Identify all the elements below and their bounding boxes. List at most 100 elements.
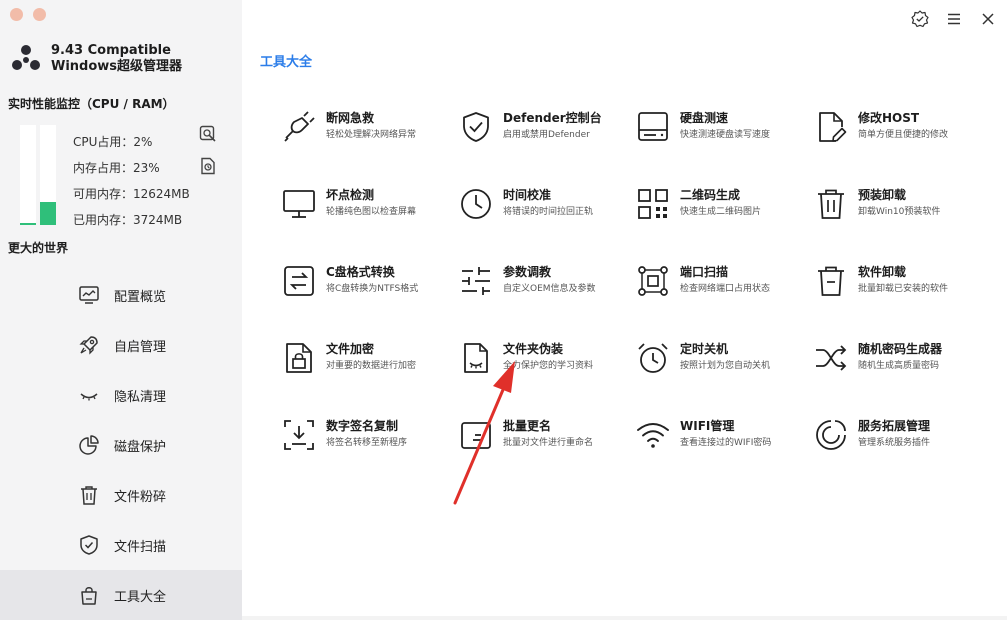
tool-batch-rename[interactable]: 批量更名 批量对文件进行重命名 <box>459 416 629 460</box>
sidebar-item-file-shred[interactable]: 文件粉碎 <box>0 470 242 520</box>
tool-name: Defender控制台 <box>503 111 602 125</box>
main-panel: 工具大全 断网急救 轻松处理解决网络异常 Defender控制台 启用或禁用De… <box>242 0 1007 616</box>
minimize-window-button[interactable] <box>33 8 46 21</box>
mem-usage-fill <box>40 202 56 225</box>
app-title-line1: 9.43 Compatible <box>51 43 171 58</box>
tool-time-sync[interactable]: 时间校准 将错误的时间拉回正轨 <box>459 185 629 229</box>
app-title: 9.43 Compatible Windows超级管理器 <box>51 43 182 75</box>
eye-closed-icon <box>80 393 98 401</box>
tool-desc: 自定义OEM信息及参数 <box>503 284 596 294</box>
tool-port-scan[interactable]: 端口扫描 检查网络端口占用状态 <box>636 262 806 306</box>
tool-name: 参数调教 <box>503 265 552 279</box>
tool-name: 二维码生成 <box>680 188 741 202</box>
port-scan-icon <box>638 266 668 296</box>
sidebar-item-label: 文件粉碎 <box>114 490 167 505</box>
top-toolbar <box>911 10 997 28</box>
sidebar-item-startup[interactable]: 自启管理 <box>0 320 242 370</box>
tool-param-tuning[interactable]: 参数调教 自定义OEM信息及参数 <box>459 262 629 306</box>
tool-desc: 查看连接过的WIFI密码 <box>680 438 772 448</box>
tool-name: 服务拓展管理 <box>858 419 931 433</box>
tool-name: 批量更名 <box>503 419 552 433</box>
cpu-usage-bar <box>20 125 36 225</box>
tool-preinstall-uninstall[interactable]: 预装卸载 卸载Win10预装软件 <box>814 185 984 229</box>
clock-icon <box>461 189 491 219</box>
tool-software-uninstall[interactable]: 软件卸载 批量卸载已安装的软件 <box>814 262 984 306</box>
tool-name: C盘格式转换 <box>326 265 395 279</box>
bag-icon <box>81 587 97 605</box>
menu-icon[interactable] <box>945 10 963 28</box>
wifi-icon <box>637 423 669 448</box>
tool-disk-speed[interactable]: 硬盘测速 快速测速硬盘读写速度 <box>636 108 806 152</box>
usage-bars <box>20 125 56 225</box>
sidebar-item-label: 隐私清理 <box>114 390 167 405</box>
tool-wifi-manage[interactable]: WIFI管理 查看连接过的WIFI密码 <box>636 416 806 460</box>
cpu-usage-fill <box>20 223 36 225</box>
tool-name: 预装卸载 <box>858 188 907 202</box>
sidebar-item-label: 自启管理 <box>114 340 167 355</box>
available-memory-text: 可用内存：12624MB <box>73 187 190 201</box>
tool-service-extension[interactable]: 服务拓展管理 管理系统服务插件 <box>814 416 984 460</box>
tool-defender-console[interactable]: Defender控制台 启用或禁用Defender <box>459 108 629 152</box>
monitor-title: 实时性能监控（CPU / RAM） <box>8 97 175 111</box>
rocket-icon <box>79 336 98 355</box>
plug-icon <box>284 111 315 142</box>
page-title: 工具大全 <box>260 55 313 70</box>
tool-desc: 快速生成二维码图片 <box>680 207 762 217</box>
tool-name: 定时关机 <box>680 342 729 356</box>
mem-usage-text: 内存占用：23% <box>73 161 160 175</box>
monitor-icon <box>283 190 315 218</box>
tool-file-encrypt[interactable]: 文件加密 对重要的数据进行加密 <box>282 339 452 383</box>
memory-detail-icon[interactable] <box>199 157 217 175</box>
tool-desc: 简单方便且便捷的修改 <box>858 130 949 140</box>
alarm-clock-icon <box>638 343 668 373</box>
tool-name: 文件加密 <box>326 342 375 356</box>
tool-desc: 轻松处理解决网络异常 <box>326 130 417 140</box>
sidebar-item-privacy[interactable]: 隐私清理 <box>0 370 242 420</box>
tool-desc: 卸载Win10预装软件 <box>858 207 941 217</box>
tool-name: 软件卸载 <box>858 265 907 279</box>
tool-desc: 全力保护您的学习资料 <box>503 361 594 371</box>
sidebar-item-tools[interactable]: 工具大全 <box>0 570 242 620</box>
tool-desc: 批量对文件进行重命名 <box>503 438 594 448</box>
tool-dead-pixel[interactable]: 坏点检测 轮播纯色图以检查屏幕 <box>282 185 452 229</box>
section-world-title: 更大的世界 <box>8 241 69 255</box>
sidebar-item-label: 文件扫描 <box>114 540 167 555</box>
pie-chart-icon <box>79 435 99 455</box>
app-logo-icon <box>12 45 40 70</box>
shield-check-icon <box>463 112 489 142</box>
tool-network-rescue[interactable]: 断网急救 轻松处理解决网络异常 <box>282 108 452 152</box>
used-memory-text: 已用内存：3724MB <box>73 213 183 227</box>
tool-qrcode[interactable]: 二维码生成 快速生成二维码图片 <box>636 185 806 229</box>
sidebar-item-disk-protect[interactable]: 磁盘保护 <box>0 420 242 470</box>
tool-random-password[interactable]: 随机密码生成器 随机生成高质量密码 <box>814 339 984 383</box>
file-edit-icon <box>819 112 847 142</box>
tool-desc: 批量卸载已安装的软件 <box>858 284 949 294</box>
tool-name: 硬盘测速 <box>680 111 729 125</box>
cpu-usage-text: CPU占用：2% <box>73 135 153 149</box>
sidebar-nav: 配置概览 自启管理 隐私清理 磁盘保护 文件粉碎 文件扫描 工具大全 <box>0 270 242 620</box>
cpu-detail-icon[interactable] <box>199 125 217 143</box>
mem-usage-bar <box>40 125 56 225</box>
sidebar-item-config[interactable]: 配置概览 <box>0 270 242 320</box>
tool-name: 数字签名复制 <box>326 419 399 433</box>
close-icon[interactable] <box>979 10 997 28</box>
close-window-button[interactable] <box>10 8 23 21</box>
tool-desc: 启用或禁用Defender <box>503 130 590 140</box>
sidebar-item-file-scan[interactable]: 文件扫描 <box>0 520 242 570</box>
sidebar-item-label: 磁盘保护 <box>114 440 167 455</box>
tool-edit-host[interactable]: 修改HOST 简单方便且便捷的修改 <box>814 108 984 152</box>
qrcode-icon <box>638 189 668 219</box>
tool-folder-disguise[interactable]: 文件夹伪装 全力保护您的学习资料 <box>459 339 629 383</box>
tool-desc: 管理系统服务插件 <box>858 438 931 448</box>
tool-signature-copy[interactable]: 数字签名复制 将签名转移至新程序 <box>282 416 452 460</box>
file-disguise-icon <box>464 343 488 373</box>
tool-desc: 将错误的时间拉回正轨 <box>503 207 594 217</box>
tool-c-format-convert[interactable]: C盘格式转换 将C盘转换为NTFS格式 <box>282 262 452 306</box>
rename-icon <box>461 422 491 449</box>
monitor-icon <box>79 286 99 304</box>
tool-desc: 按照计划为您自动关机 <box>680 361 771 371</box>
verified-badge-icon[interactable] <box>911 10 929 28</box>
tool-scheduled-shutdown[interactable]: 定时关机 按照计划为您自动关机 <box>636 339 806 383</box>
sidebar-item-label: 工具大全 <box>114 590 167 605</box>
shuffle-icon <box>816 345 847 371</box>
